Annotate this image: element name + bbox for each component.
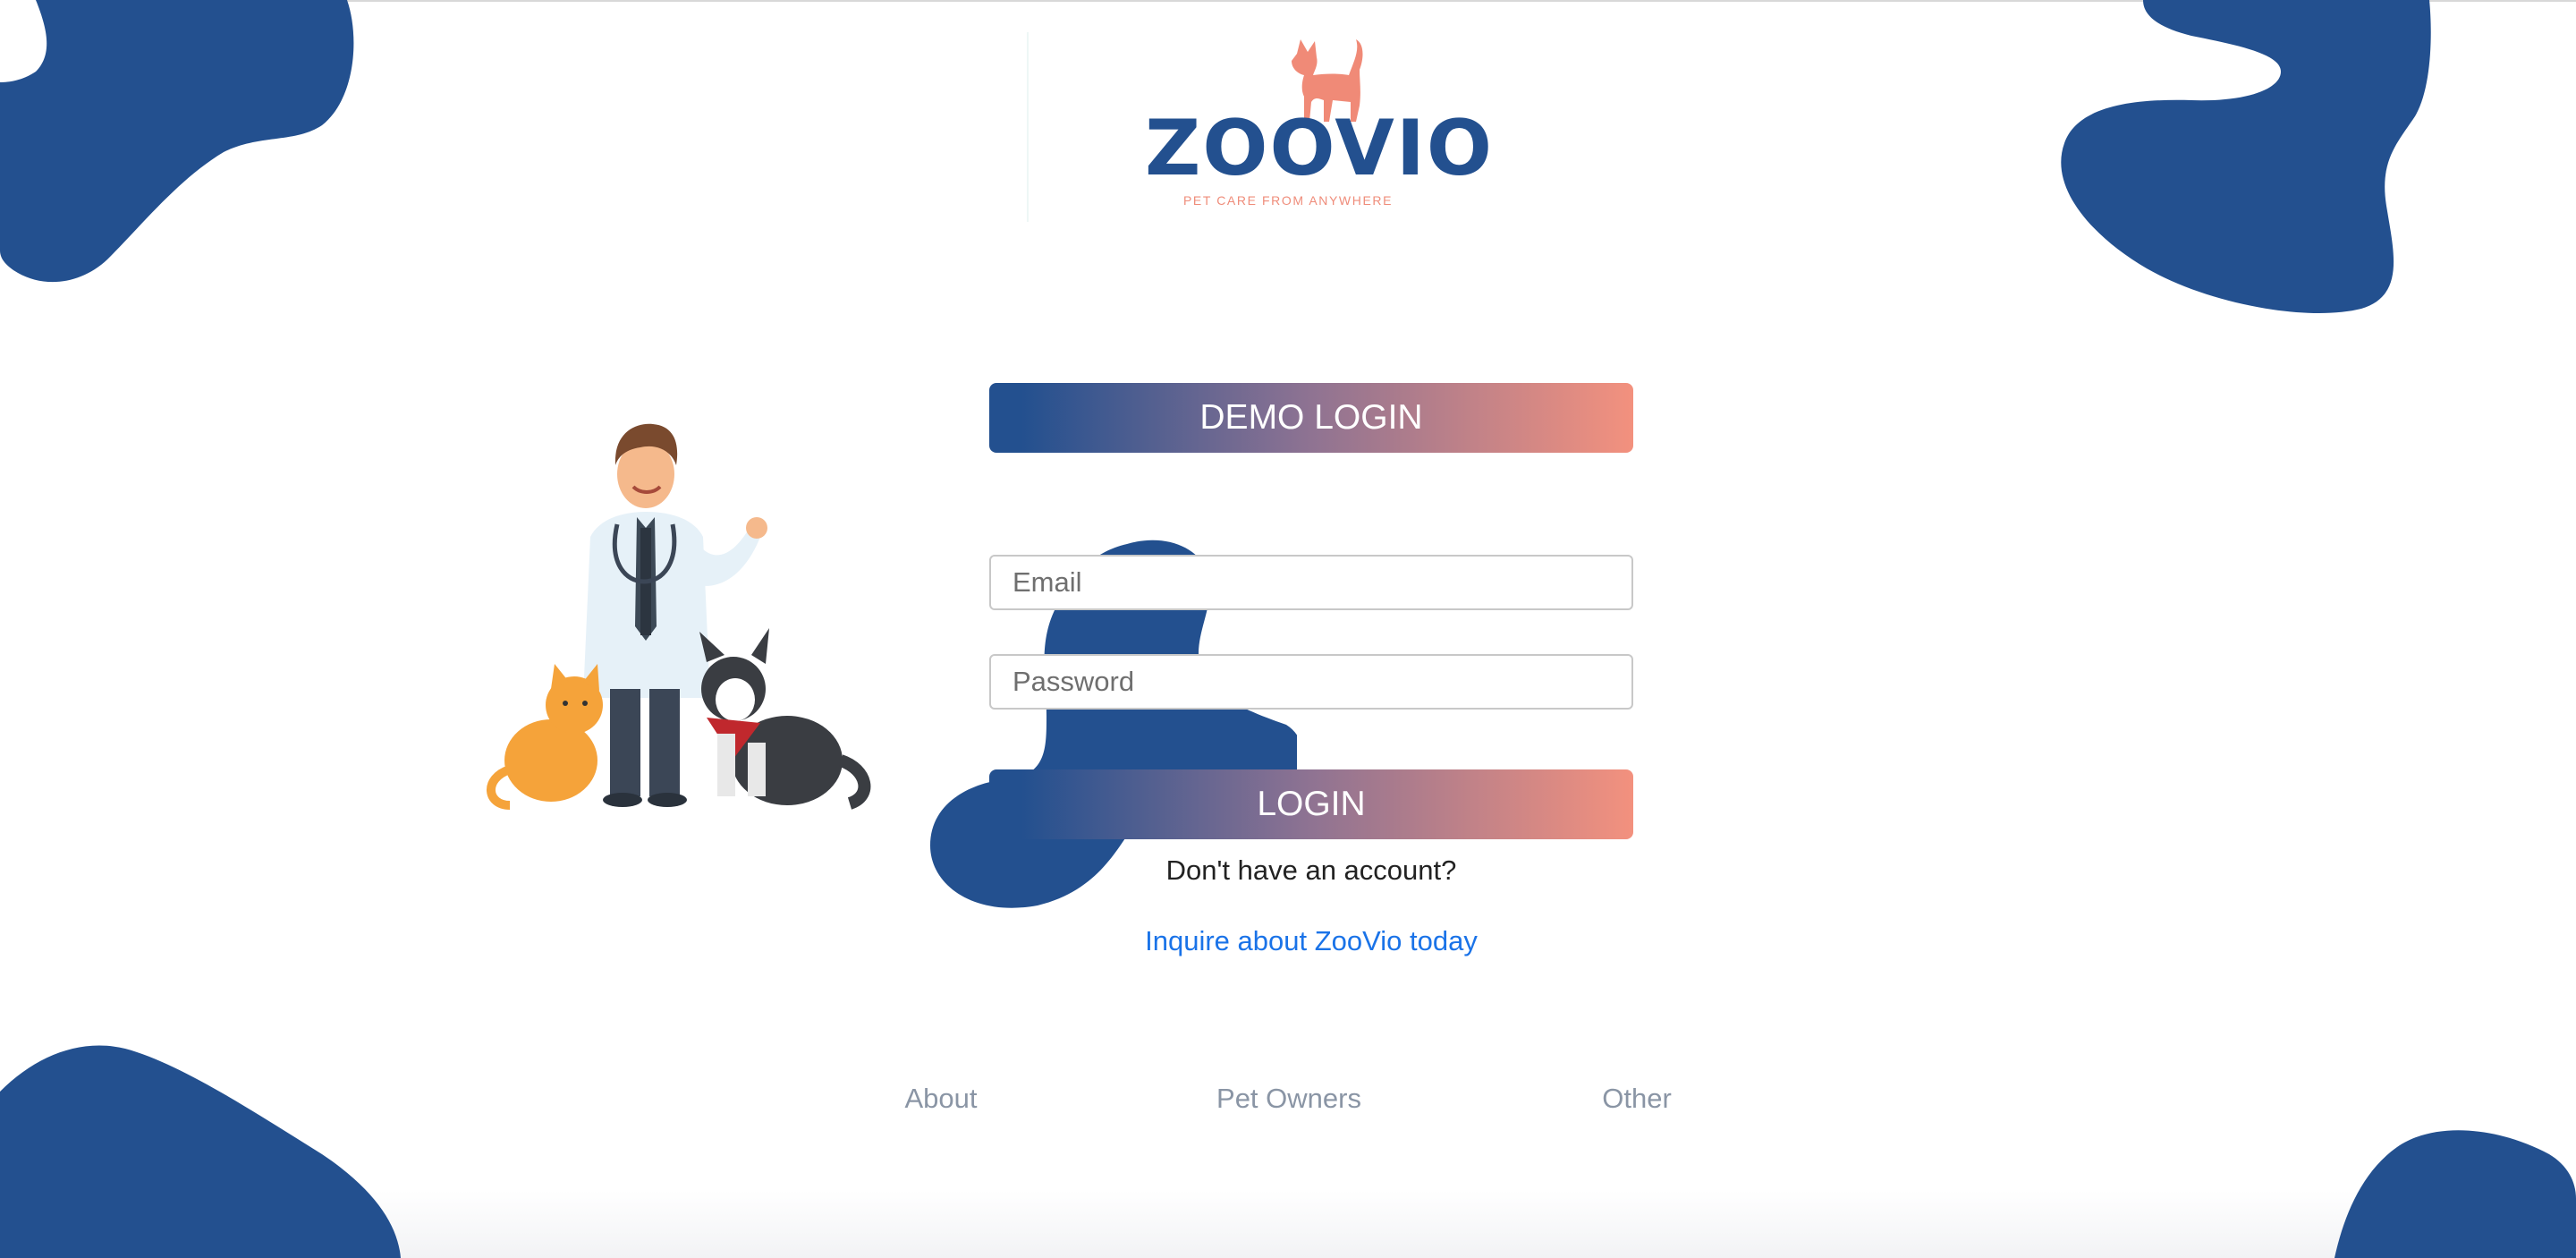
footer-link-pet-owners[interactable]: Pet Owners <box>1173 1083 1405 1115</box>
blob-top-left <box>0 0 354 283</box>
brand-tagline: PET CARE FROM ANYWHERE <box>1182 193 1394 208</box>
footer-link-about[interactable]: About <box>825 1083 1057 1115</box>
login-button[interactable]: LOGIN <box>989 769 1633 839</box>
blob-top-right <box>2061 0 2431 313</box>
blob-bottom-left <box>0 1045 401 1258</box>
inquire-link[interactable]: Inquire about ZooVio today <box>989 925 1633 957</box>
footer-link-other[interactable]: Other <box>1521 1083 1753 1115</box>
demo-login-button[interactable]: DEMO LOGIN <box>989 383 1633 453</box>
password-input[interactable] <box>989 654 1633 710</box>
brand-logo[interactable]: ZOOVIO PET CARE FROM ANYWHERE <box>1145 34 1494 213</box>
footer-nav: About Pet Owners Other <box>0 1083 2576 1122</box>
no-account-text: Don't have an account? <box>1165 854 1457 886</box>
blob-bottom-right <box>2334 1130 2576 1258</box>
login-page: ZOOVIO PET CARE FROM ANYWHERE DEMO LOGIN… <box>0 0 2576 1258</box>
header-divider <box>1027 32 1029 222</box>
email-input[interactable] <box>989 555 1633 610</box>
vet-with-pets-illustration <box>487 423 871 810</box>
brand-name: ZOOVIO <box>1145 104 1494 193</box>
